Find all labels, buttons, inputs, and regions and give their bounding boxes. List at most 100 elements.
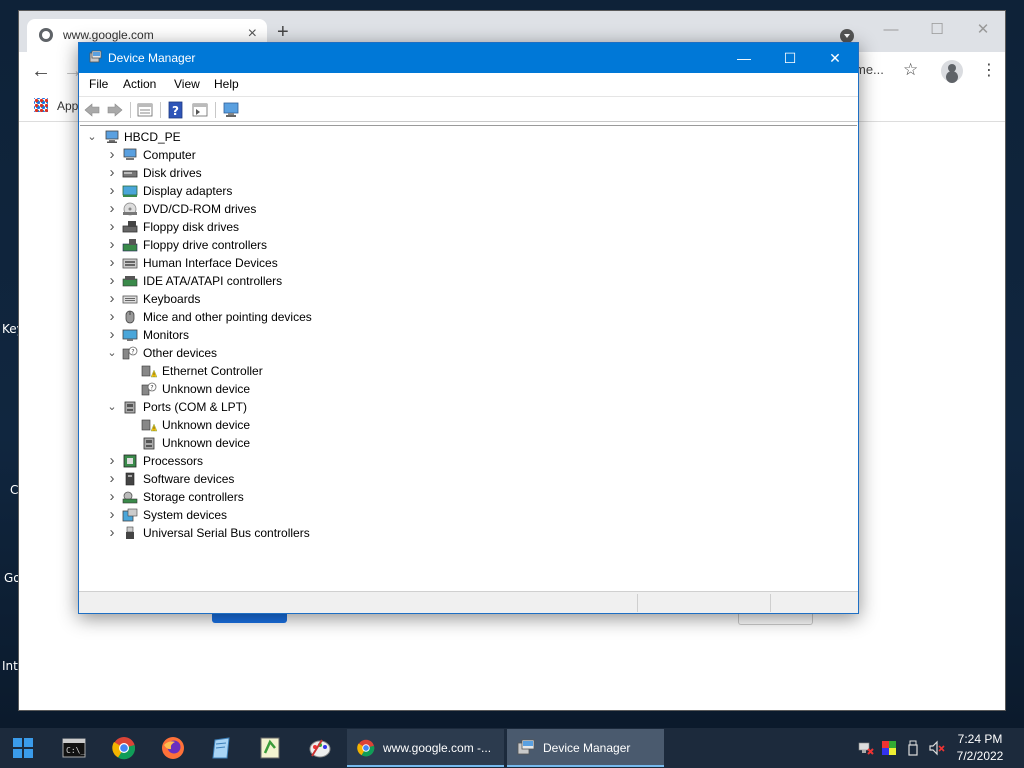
- tree-category[interactable]: › Human Interface Devices: [80, 254, 840, 272]
- tree-category[interactable]: › IDE ATA/ATAPI controllers: [80, 272, 840, 290]
- firefox-icon[interactable]: [161, 736, 185, 760]
- chevron-right-icon[interactable]: ›: [106, 291, 118, 307]
- chevron-right-icon[interactable]: ›: [106, 453, 118, 469]
- tree-category[interactable]: › Software devices: [80, 470, 840, 488]
- menubar: File Action View Help: [79, 73, 858, 95]
- maximize-button[interactable]: ☐: [767, 43, 813, 73]
- tree-device[interactable]: ? Unknown device: [80, 380, 840, 398]
- mouse-icon: [125, 310, 135, 324]
- tree-category[interactable]: › Mice and other pointing devices: [80, 308, 840, 326]
- tree-category[interactable]: › Disk drives: [80, 164, 840, 182]
- display-adapter-icon: [122, 185, 138, 197]
- tree-category[interactable]: › Keyboards: [80, 290, 840, 308]
- tree-item-label: Processors: [143, 454, 204, 468]
- apps-grid-icon[interactable]: [34, 98, 48, 112]
- chevron-right-icon[interactable]: ›: [106, 471, 118, 487]
- taskbar-item-chrome[interactable]: www.google.com -...: [347, 729, 504, 767]
- notepadpp-icon[interactable]: [258, 736, 282, 760]
- computer-root-icon: [105, 130, 119, 143]
- chevron-right-icon[interactable]: ›: [106, 525, 118, 541]
- port-icon: [143, 437, 155, 450]
- scan-hardware-icon[interactable]: [222, 101, 240, 119]
- disk-drive-icon: [122, 170, 138, 178]
- help-icon[interactable]: ?: [167, 101, 185, 119]
- new-tab-button[interactable]: +: [277, 22, 289, 42]
- device-manager-icon: [89, 50, 102, 63]
- tree-category[interactable]: › DVD/CD-ROM drives: [80, 200, 840, 218]
- chrome-close-button[interactable]: ✕: [963, 17, 1003, 43]
- tree-category[interactable]: ⌄ Ports (COM & LPT): [80, 398, 840, 416]
- chevron-right-icon[interactable]: ›: [106, 183, 118, 199]
- device-manager-titlebar[interactable]: Device Manager — ☐ ✕: [79, 43, 858, 73]
- tree-category[interactable]: › Display adapters: [80, 182, 840, 200]
- chrome-icon: [357, 739, 375, 757]
- tree-category[interactable]: › Processors: [80, 452, 840, 470]
- chevron-right-icon[interactable]: ›: [106, 201, 118, 217]
- menu-help[interactable]: Help: [214, 77, 239, 91]
- tree-category[interactable]: ⌄? Other devices: [80, 344, 840, 362]
- chevron-right-icon[interactable]: ›: [106, 165, 118, 181]
- back-button[interactable]: ←: [31, 60, 51, 83]
- paint-icon[interactable]: [308, 736, 332, 760]
- tree-category[interactable]: › Computer: [80, 146, 840, 164]
- tab-close-icon[interactable]: ×: [248, 25, 257, 43]
- tree-category[interactable]: › Universal Serial Bus controllers: [80, 524, 840, 542]
- back-arrow-icon[interactable]: [83, 101, 101, 119]
- menu-file[interactable]: File: [89, 77, 108, 91]
- cmd-icon[interactable]: C:\_: [62, 736, 86, 760]
- menu-action[interactable]: Action: [123, 77, 156, 91]
- notepad-icon[interactable]: [210, 736, 234, 760]
- display-settings-icon[interactable]: [881, 740, 897, 756]
- chevron-right-icon[interactable]: ›: [106, 489, 118, 505]
- tree-category[interactable]: › Floppy drive controllers: [80, 236, 840, 254]
- close-button[interactable]: ✕: [812, 43, 858, 73]
- network-disconnected-icon[interactable]: [858, 740, 874, 756]
- omnibox-text[interactable]: me...: [855, 62, 884, 77]
- tree-item-label: Disk drives: [143, 166, 202, 180]
- chrome-menu-icon[interactable]: ⋮: [981, 60, 997, 80]
- bookmark-star-icon[interactable]: ☆: [903, 60, 918, 80]
- chevron-right-icon[interactable]: ›: [106, 147, 118, 163]
- volume-muted-icon[interactable]: [929, 740, 945, 756]
- chevron-right-icon[interactable]: ›: [106, 237, 118, 253]
- tree-category[interactable]: › Floppy disk drives: [80, 218, 840, 236]
- chevron-down-icon[interactable]: ⌄: [106, 345, 118, 361]
- minimize-button[interactable]: —: [721, 43, 767, 73]
- tree-category[interactable]: › Monitors: [80, 326, 840, 344]
- chrome-icon[interactable]: [112, 736, 136, 760]
- tree-item-label: Other devices: [143, 346, 218, 360]
- usb-icon: [126, 526, 134, 539]
- chevron-right-icon[interactable]: ›: [106, 507, 118, 523]
- hid-icon: [122, 258, 138, 269]
- chevron-down-icon[interactable]: ⌄: [106, 399, 118, 415]
- device-manager-window[interactable]: Device Manager — ☐ ✕ File Action View He…: [78, 42, 859, 614]
- tree-root-label: HBCD_PE: [124, 130, 181, 144]
- tree-item-label: Mice and other pointing devices: [143, 310, 312, 324]
- chevron-right-icon[interactable]: ›: [106, 255, 118, 271]
- chevron-right-icon[interactable]: ›: [106, 327, 118, 343]
- tree-root[interactable]: ⌄ HBCD_PE: [80, 128, 840, 146]
- profile-avatar-icon[interactable]: [941, 60, 963, 82]
- tree-device[interactable]: Unknown device: [80, 434, 840, 452]
- chevron-right-icon[interactable]: ›: [106, 309, 118, 325]
- properties-view-icon[interactable]: [136, 101, 154, 119]
- forward-arrow-icon[interactable]: [106, 101, 124, 119]
- chrome-maximize-button[interactable]: ☐: [917, 17, 957, 43]
- chrome-minimize-button[interactable]: —: [871, 17, 911, 43]
- taskbar-clock[interactable]: 7:24 PM 7/2/2022: [954, 731, 1006, 765]
- tree-device[interactable]: ! Unknown device: [80, 416, 840, 434]
- taskbar-item-device-manager[interactable]: Device Manager: [507, 729, 664, 767]
- software-device-icon: [125, 472, 135, 486]
- menu-view[interactable]: View: [174, 77, 200, 91]
- tab-search-icon[interactable]: [840, 29, 854, 43]
- chevron-right-icon[interactable]: ›: [106, 273, 118, 289]
- tree-category[interactable]: › System devices: [80, 506, 840, 524]
- chevron-down-icon[interactable]: ⌄: [86, 129, 98, 145]
- tree-device[interactable]: ! Ethernet Controller: [80, 362, 840, 380]
- device-tree[interactable]: ⌄ HBCD_PE › Computer › Disk drives › Display …: [80, 125, 857, 588]
- action-view-icon[interactable]: [191, 101, 209, 119]
- chevron-right-icon[interactable]: ›: [106, 219, 118, 235]
- usb-drive-icon[interactable]: [905, 740, 921, 756]
- start-button-icon[interactable]: [12, 737, 34, 759]
- tree-category[interactable]: › Storage controllers: [80, 488, 840, 506]
